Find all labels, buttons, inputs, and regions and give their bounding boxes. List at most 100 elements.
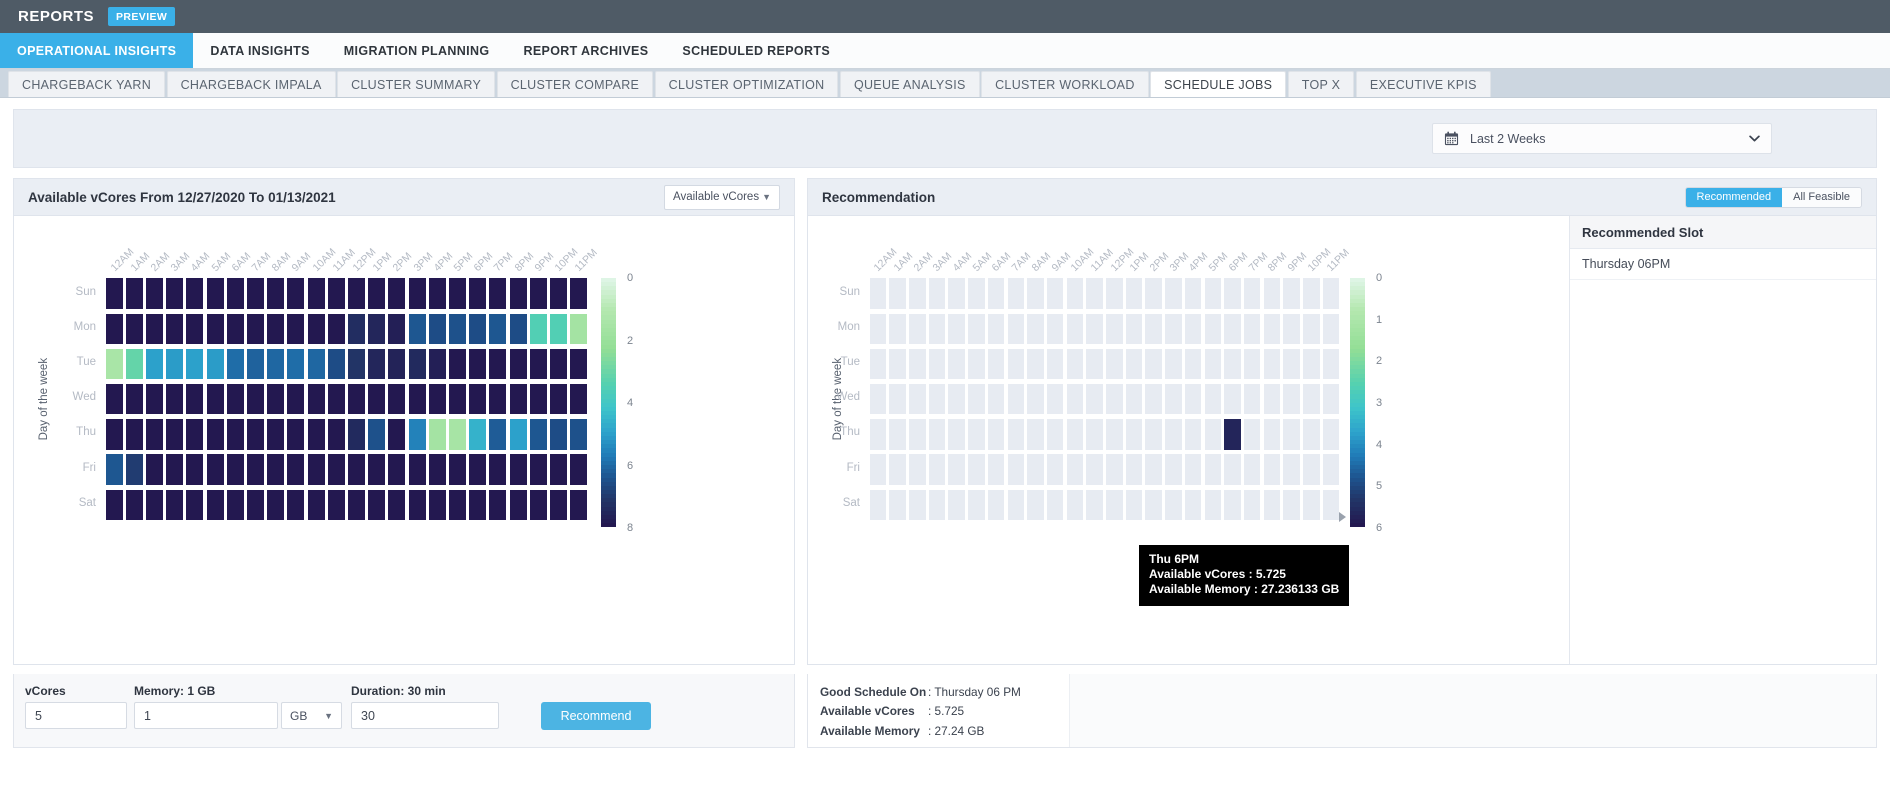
heatmap-cell[interactable] [1125,489,1143,520]
heatmap-cell[interactable] [166,384,184,415]
heatmap-cell[interactable] [1007,384,1024,415]
memory-input[interactable]: 1 [134,702,278,729]
heatmap-cell[interactable] [1322,313,1340,344]
heatmap-cell[interactable] [1243,419,1261,450]
heatmap-cell[interactable] [146,278,163,309]
heatmap-cell[interactable] [1066,278,1084,309]
heatmap-cell[interactable] [1204,278,1221,309]
heatmap-cell[interactable] [1066,489,1084,520]
heatmap-cell[interactable] [889,384,906,415]
heatmap-cell[interactable] [166,489,184,520]
heatmap-cell[interactable] [1224,454,1241,485]
heatmap-cell[interactable] [968,278,985,309]
heatmap-cell[interactable] [1243,313,1261,344]
heatmap-cell[interactable] [226,454,244,485]
heatmap-cell[interactable] [928,454,946,485]
heatmap-cell[interactable] [428,419,446,450]
heatmap-cell[interactable] [146,454,163,485]
heatmap-cell[interactable] [968,489,985,520]
heatmap-cell[interactable] [1086,489,1103,520]
heatmap-cell[interactable] [1263,454,1281,485]
secondary-tab-cluster-optimization[interactable]: CLUSTER OPTIMIZATION [654,71,839,97]
heatmap-cell[interactable] [889,454,906,485]
heatmap-cell[interactable] [247,313,264,344]
date-range-select[interactable]: Last 2 Weeks [1432,123,1772,154]
heatmap-cell[interactable] [1283,313,1300,344]
heatmap-cell[interactable] [368,454,386,485]
heatmap-cell[interactable] [428,348,446,380]
heatmap-cell[interactable] [948,348,965,380]
heatmap-cell[interactable] [469,384,487,415]
heatmap-cell[interactable] [1027,348,1044,380]
heatmap-cell[interactable] [469,489,487,520]
heatmap-cell[interactable] [105,348,123,380]
heatmap-cell[interactable] [206,419,224,450]
heatmap-cell[interactable] [348,419,365,450]
heatmap-cell[interactable] [987,489,1005,520]
list-item[interactable]: Thursday 06PM [1570,249,1876,280]
heatmap-cell[interactable] [987,419,1005,450]
heatmap-cell[interactable] [570,489,588,520]
heatmap-cell[interactable] [509,489,527,520]
heatmap-cell[interactable] [1303,278,1320,309]
heatmap-cell[interactable] [909,454,926,485]
secondary-tab-top-x[interactable]: TOP X [1287,71,1355,97]
heatmap-cell[interactable] [287,348,305,380]
heatmap-cell[interactable] [1165,348,1182,380]
heatmap-cell[interactable] [529,489,547,520]
heatmap-cell[interactable] [388,278,406,309]
heatmap-cell[interactable] [125,489,143,520]
heatmap-cell[interactable] [529,384,547,415]
heatmap-cell[interactable] [1106,278,1123,309]
heatmap-cell[interactable] [408,384,426,415]
heatmap-cell[interactable] [1086,313,1103,344]
heatmap-cell[interactable] [1204,489,1221,520]
heatmap-cell[interactable] [186,419,204,450]
heatmap-cell[interactable] [206,313,224,344]
heatmap-cell[interactable] [247,278,264,309]
heatmap-cell[interactable] [1106,348,1123,380]
heatmap-cell[interactable] [1165,313,1182,344]
heatmap-cell[interactable] [186,278,204,309]
heatmap-cell[interactable] [186,313,204,344]
heatmap-cell[interactable] [469,419,487,450]
heatmap-cell[interactable] [570,278,588,309]
heatmap-cell[interactable] [1066,384,1084,415]
heatmap-cell[interactable] [428,313,446,344]
secondary-tab-cluster-workload[interactable]: CLUSTER WORKLOAD [981,71,1149,97]
heatmap-cell[interactable] [327,313,345,344]
heatmap-cell[interactable] [1184,454,1202,485]
heatmap-cell[interactable] [509,454,527,485]
heatmap-cell[interactable] [1145,384,1162,415]
heatmap-cell[interactable] [1106,419,1123,450]
heatmap-cell[interactable] [125,454,143,485]
heatmap-cell[interactable] [469,348,487,380]
heatmap-cell[interactable] [1283,489,1300,520]
heatmap-cell[interactable] [1224,348,1241,380]
heatmap-cell[interactable] [287,419,305,450]
heatmap-cell[interactable] [1086,419,1103,450]
heatmap-cell[interactable] [529,419,547,450]
heatmap-cell[interactable] [570,454,588,485]
heatmap-cell[interactable] [408,419,426,450]
heatmap-cell[interactable] [368,313,386,344]
heatmap-cell[interactable] [869,489,887,520]
heatmap-cell[interactable] [267,419,285,450]
heatmap-cell[interactable] [1125,348,1143,380]
heatmap-cell[interactable] [529,348,547,380]
secondary-tab-chargeback-yarn[interactable]: CHARGEBACK YARN [8,71,166,97]
heatmap-cell[interactable] [869,278,887,309]
heatmap-cell[interactable] [428,489,446,520]
heatmap-cell[interactable] [125,419,143,450]
heatmap-cell[interactable] [449,384,466,415]
heatmap-cell[interactable] [987,278,1005,309]
heatmap-cell[interactable] [550,348,567,380]
heatmap-cell[interactable] [226,278,244,309]
toggle-all-feasible[interactable]: All Feasible [1782,187,1861,207]
heatmap-cell[interactable] [206,278,224,309]
heatmap-cell[interactable] [166,348,184,380]
heatmap-cell[interactable] [388,384,406,415]
heatmap-cell[interactable] [1283,419,1300,450]
heatmap-cell[interactable] [166,278,184,309]
heatmap-cell[interactable] [948,454,965,485]
